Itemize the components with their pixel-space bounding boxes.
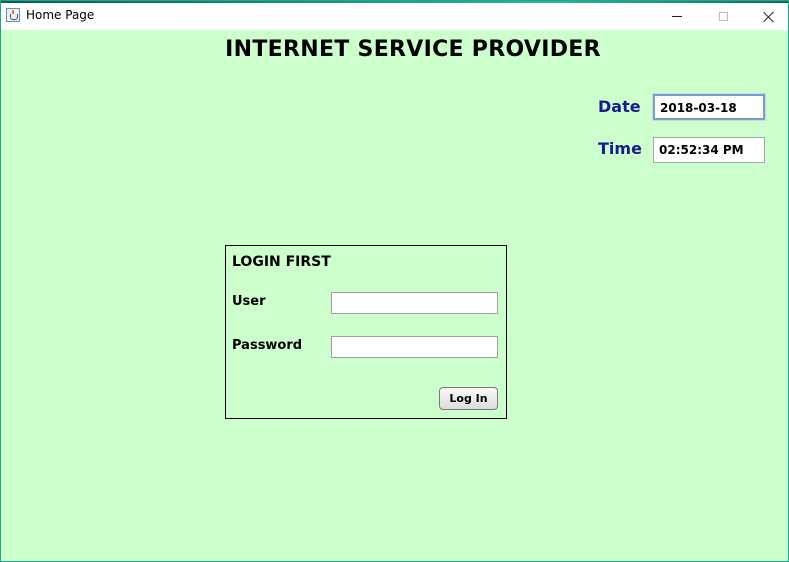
maximize-icon — [718, 12, 728, 21]
date-label: Date — [598, 97, 641, 116]
window-title: Home Page — [26, 8, 95, 22]
minimize-button[interactable] — [654, 3, 700, 30]
close-button[interactable] — [746, 3, 788, 30]
login-panel-title: LOGIN FIRST — [232, 254, 331, 270]
password-input[interactable] — [331, 336, 498, 358]
time-label: Time — [598, 139, 642, 158]
java-cup-icon — [6, 8, 20, 22]
user-input[interactable] — [331, 292, 498, 314]
minimize-icon — [672, 16, 682, 17]
close-icon — [763, 11, 775, 23]
time-field[interactable]: 02:52:34 PM — [653, 137, 765, 163]
user-label: User — [232, 294, 266, 309]
password-label: Password — [232, 338, 303, 353]
main-window: Home Page INTERNET SERVICE PROVIDER Date… — [0, 0, 789, 562]
maximize-button[interactable] — [700, 3, 746, 30]
date-field[interactable]: 2018-03-18 — [652, 93, 766, 121]
title-bar[interactable]: Home Page — [1, 3, 788, 30]
login-button[interactable]: Log In — [439, 387, 498, 410]
page-title: INTERNET SERVICE PROVIDER — [225, 37, 601, 62]
login-panel: LOGIN FIRST User Password Log In — [225, 245, 507, 419]
content-pane: INTERNET SERVICE PROVIDER Date 2018-03-1… — [1, 30, 788, 561]
